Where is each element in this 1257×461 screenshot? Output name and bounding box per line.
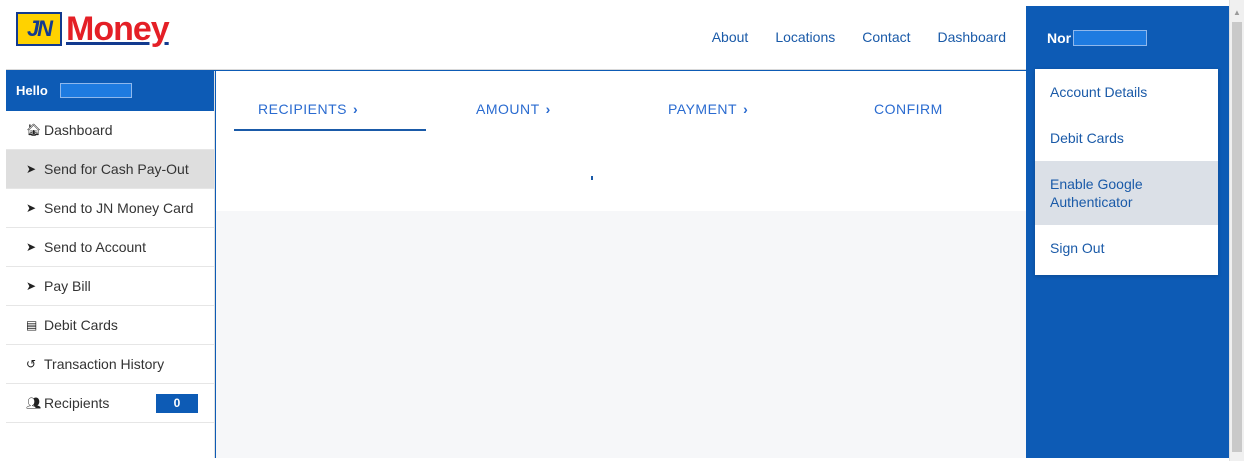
menu-item-debit-cards[interactable]: Debit Cards <box>1035 115 1218 161</box>
sidebar-item-label: Dashboard <box>44 122 113 138</box>
sidebar: Hello 🏠︎ Dashboard ➤ Send for Cash Pay-O… <box>6 71 215 458</box>
sidebar-item-recipients[interactable]: 👥︎ Recipients 0 <box>6 384 214 423</box>
jn-money-logo[interactable]: JN Money <box>16 10 170 48</box>
page-scrollbar[interactable]: ▲ <box>1229 0 1244 461</box>
sidebar-item-label: Debit Cards <box>44 317 118 333</box>
page: JN Money About Locations Contact Dashboa… <box>6 6 1229 458</box>
step-confirm[interactable]: CONFIRM <box>874 101 943 117</box>
main-content: RECIPIENTS › AMOUNT › PAYMENT › CONFIRM <box>216 71 1026 458</box>
chevron-right-icon: › <box>353 101 359 117</box>
user-dropdown-menu: Account Details Debit Cards Enable Googl… <box>1035 69 1218 275</box>
logo-badge: JN <box>16 12 62 46</box>
step-label: AMOUNT <box>476 101 540 117</box>
step-label: RECIPIENTS <box>258 101 348 117</box>
history-icon: ↺ <box>26 357 37 371</box>
chevron-right-icon: › <box>743 101 749 117</box>
recipients-count-badge: 0 <box>156 393 198 413</box>
step-amount[interactable]: AMOUNT › <box>476 101 551 117</box>
menu-item-sign-out[interactable]: Sign Out <box>1035 225 1218 271</box>
scroll-up-arrow-icon[interactable]: ▲ <box>1233 8 1241 17</box>
logo-text: Money <box>66 10 170 48</box>
nav-locations-link[interactable]: Locations <box>775 29 835 45</box>
sidebar-item-dashboard[interactable]: 🏠︎ Dashboard <box>6 111 214 150</box>
hello-bar: Hello <box>6 71 214 111</box>
top-nav: About Locations Contact Dashboard <box>712 29 1006 45</box>
header: JN Money About Locations Contact Dashboa… <box>6 6 1026 70</box>
redacted-user-name <box>1073 30 1148 46</box>
step-label: PAYMENT <box>668 101 738 117</box>
sidebar-item-label: Send for Cash Pay-Out <box>44 161 189 177</box>
send-icon: ➤ <box>26 279 37 293</box>
menu-item-account-details[interactable]: Account Details <box>1035 69 1218 115</box>
sidebar-item-debit-cards[interactable]: ▤ Debit Cards <box>6 306 214 345</box>
active-step-underline <box>234 129 426 131</box>
step-payment[interactable]: PAYMENT › <box>668 101 748 117</box>
window-right-border <box>1244 0 1257 461</box>
loading-indicator <box>591 176 593 180</box>
send-icon: ➤ <box>26 240 37 254</box>
steps-panel: RECIPIENTS › AMOUNT › PAYMENT › CONFIRM <box>216 71 1026 211</box>
home-icon: 🏠︎ <box>26 123 42 137</box>
sidebar-item-label: Transaction History <box>44 356 165 372</box>
card-icon: ▤ <box>26 318 38 332</box>
step-recipients[interactable]: RECIPIENTS › <box>258 101 358 117</box>
sidebar-item-send-to-account[interactable]: ➤ Send to Account <box>6 228 214 267</box>
sidebar-item-pay-bill[interactable]: ➤ Pay Bill <box>6 267 214 306</box>
send-icon: ➤ <box>26 201 37 215</box>
scrollbar-thumb[interactable] <box>1232 22 1242 452</box>
sidebar-item-send-cash-payout[interactable]: ➤ Send for Cash Pay-Out <box>6 150 214 189</box>
sidebar-item-send-jn-money-card[interactable]: ➤ Send to JN Money Card <box>6 189 214 228</box>
sidebar-item-label: Pay Bill <box>44 278 91 294</box>
user-name: Nor <box>1047 30 1072 46</box>
nav-dashboard-link[interactable]: Dashboard <box>938 29 1007 45</box>
people-icon: 👥︎ <box>26 396 42 410</box>
nav-contact-link[interactable]: Contact <box>862 29 910 45</box>
hello-label: Hello <box>16 83 48 98</box>
redacted-greeting-name <box>59 83 132 98</box>
sidebar-item-label: Recipients <box>44 395 110 411</box>
nav-about-link[interactable]: About <box>712 29 749 45</box>
user-menu-toggle[interactable]: Nor <box>1026 6 1229 70</box>
sidebar-item-label: Send to Account <box>44 239 146 255</box>
sidebar-item-transaction-history[interactable]: ↺ Transaction History <box>6 345 214 384</box>
send-icon: ➤ <box>26 162 37 176</box>
menu-item-enable-google-authenticator[interactable]: Enable Google Authenticator <box>1035 161 1218 225</box>
sidebar-item-label: Send to JN Money Card <box>44 200 194 216</box>
step-label: CONFIRM <box>874 101 943 117</box>
chevron-right-icon: › <box>545 101 551 117</box>
